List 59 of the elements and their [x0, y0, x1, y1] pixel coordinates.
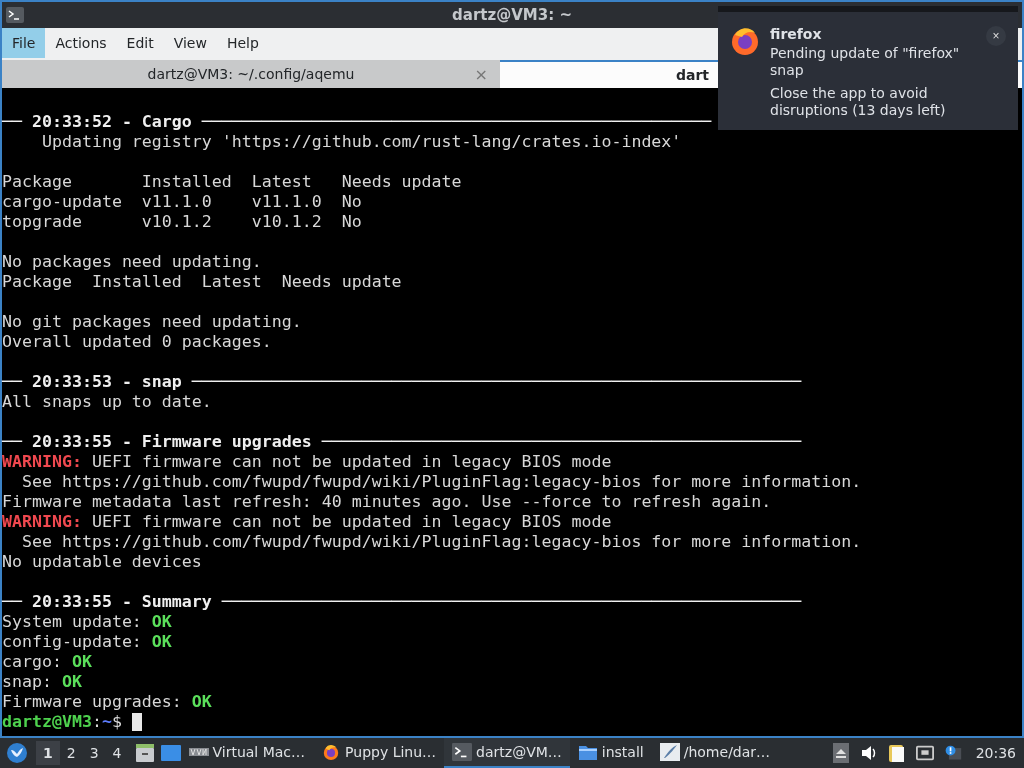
terminal-line: cargo-update v11.1.0 v11.1.0 No	[2, 192, 362, 212]
workspace-button[interactable]: 3	[82, 741, 106, 765]
terminal-icon	[6, 7, 24, 23]
file-cabinet-icon[interactable]	[134, 744, 155, 762]
terminal-line: WARNING: UEFI firmware can not be updated in legacy BIOS mode	[2, 452, 612, 472]
browser-logo-icon	[730, 26, 760, 56]
taskbar-button[interactable]: install	[569, 738, 652, 768]
terminal-line: Overall updated 0 packages.	[2, 332, 272, 352]
notification-title: firefox	[770, 26, 823, 43]
terminal-line: topgrade v10.1.2 v10.1.2 No	[2, 212, 362, 232]
terminal-line: Firmware metadata last refresh: 40 minutes ago. Use --force to refresh again.	[2, 492, 772, 512]
terminal-line: ── 20:33:55 - Summary ──────────────────────────────────────────────────────────	[2, 592, 802, 612]
menu-item[interactable]: Help	[216, 28, 269, 58]
notification-icon[interactable]	[943, 743, 962, 763]
terminal-line: dartz@VM3:~$	[2, 712, 123, 732]
terminal-line: No updatable devices	[2, 552, 202, 572]
menu-item[interactable]: File	[2, 28, 46, 58]
eject-icon[interactable]	[831, 743, 850, 763]
terminal-line: All snaps up to date.	[2, 392, 212, 412]
workspace-button[interactable]: 2	[59, 741, 83, 765]
notification-message: Pending update of "firefox" snap	[770, 45, 961, 79]
workspace-button[interactable]: 1	[36, 741, 60, 765]
folder-icon	[577, 743, 598, 761]
terminal-line: No git packages need updating.	[2, 312, 302, 332]
notification-detail: Close the app to avoid disruptions (13 days left)	[770, 85, 947, 119]
taskbar-button[interactable]: dartz@VM…	[444, 738, 570, 768]
menu-item[interactable]: Edit	[116, 28, 164, 58]
terminal-line: cargo: OK	[2, 652, 92, 672]
terminal-line: ── 20:33:53 - snap ─────────────────────────────────────────────────────────────	[2, 372, 802, 392]
terminal-line: See https://github.com/fwupd/fwupd/wiki/PluginFlag:legacy-bios for more information.	[20, 472, 862, 492]
terminal-line: config-update: OK	[2, 632, 172, 652]
window-title: dartz@VM3: ~	[451, 6, 573, 24]
menu-item[interactable]: View	[163, 28, 217, 58]
terminal-line: See https://github.com/fwupd/fwupd/wiki/PluginFlag:legacy-bios for more information.	[20, 532, 862, 552]
window-icon[interactable]	[160, 744, 181, 762]
workspace-button[interactable]: 4	[105, 741, 129, 765]
terminal-icon	[452, 743, 473, 761]
terminal-line: Firmware upgrades: OK	[2, 692, 212, 712]
terminal-line: System update: OK	[2, 612, 172, 632]
terminal-line: ── 20:33:52 - Cargo ───────────────────────────────────────────────────	[2, 112, 712, 132]
terminal-line: Package Installed Latest Needs update	[2, 272, 402, 292]
clipboard-icon[interactable]	[887, 743, 906, 763]
taskbar-button[interactable]: Puppy Linu…	[313, 738, 445, 768]
taskbar-button[interactable]: Virtual Mac…	[180, 738, 314, 768]
terminal-line: No packages need updating.	[2, 252, 262, 272]
terminal-line: Updating registry 'https://github.com/rust-lang/crates.io-index'	[40, 132, 682, 152]
clock[interactable]: 20:36	[975, 745, 1016, 761]
volume-icon[interactable]	[859, 743, 878, 763]
terminal-line: ── 20:33:55 - Firmware upgrades ────────────────────────────────────────────────	[2, 432, 802, 452]
feather-icon	[659, 743, 680, 761]
close-button[interactable]: ×	[986, 26, 1006, 46]
start-menu-icon[interactable]	[6, 742, 28, 764]
terminal-line: Package Installed Latest Needs update	[2, 172, 462, 192]
terminal-cursor	[131, 713, 142, 731]
terminal-line: snap: OK	[2, 672, 82, 692]
terminal-tab[interactable]: dartz@VM3: ~/.config/aqemu ×	[2, 60, 500, 88]
menu-item[interactable]: Actions	[45, 28, 117, 58]
terminal-line: WARNING: UEFI firmware can not be updated in legacy BIOS mode	[2, 512, 612, 532]
taskbar-button[interactable]: /home/dar…	[651, 738, 779, 768]
